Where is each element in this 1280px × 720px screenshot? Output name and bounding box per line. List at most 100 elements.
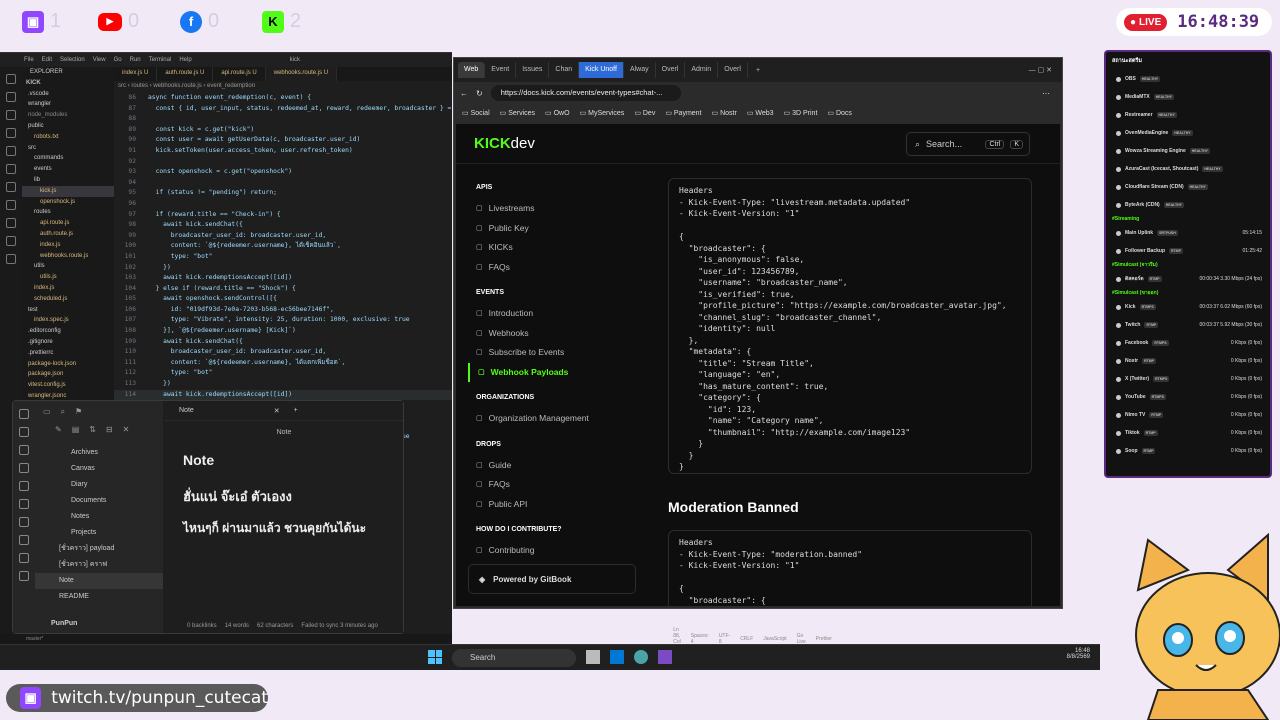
vscode-menu-help[interactable]: Help	[179, 57, 191, 63]
note-line-1[interactable]: ฮั่นแน่ จ๊ะเอ๋ ตัวเองง	[183, 486, 403, 507]
explorer-item[interactable]: robots.txt	[22, 132, 114, 143]
code-line[interactable]: 112 type: "bot"	[114, 368, 452, 379]
reload-icon[interactable]: ↻	[476, 89, 483, 98]
code-line[interactable]: 97 if (reward.title == "Check-in") {	[114, 210, 452, 221]
menu-icon[interactable]: ⋯	[1042, 89, 1050, 98]
code-line[interactable]: 93 const openshock = c.get("openshock")	[114, 167, 452, 178]
code-line[interactable]: 95 if (status != "pending") return;	[114, 188, 452, 199]
explorer-item[interactable]: package.json	[22, 369, 114, 380]
search-icon[interactable]	[19, 427, 29, 437]
search-icon[interactable]	[6, 92, 16, 102]
graph-icon[interactable]	[19, 463, 29, 473]
branch-status[interactable]: master*	[26, 636, 43, 642]
folder-icon[interactable]: ▭	[43, 407, 51, 416]
templates-icon[interactable]	[19, 517, 29, 527]
collapse-icon[interactable]: ⊟	[106, 425, 113, 435]
bookmark-item[interactable]: ▭ MyServices	[580, 109, 625, 117]
explorer-item[interactable]: public	[22, 121, 114, 132]
explorer-item[interactable]: utils.js	[22, 272, 114, 283]
nav-item[interactable]: ▢ KICKs	[468, 238, 636, 258]
tree-item[interactable]: Note	[35, 573, 163, 589]
tree-item[interactable]: Canvas	[35, 461, 163, 477]
run-debug-icon[interactable]	[6, 128, 16, 138]
explorer-item[interactable]: kick.js	[22, 185, 114, 197]
nav-item[interactable]: ▢ Webhook Payloads	[468, 362, 636, 382]
vscode-menu-edit[interactable]: Edit	[42, 57, 52, 63]
nav-item[interactable]: ▢ Livestreams	[468, 199, 636, 219]
bookmark-icon[interactable]: ⚑	[75, 407, 82, 416]
code-line[interactable]: 99 broadcaster_user_id: broadcaster.user…	[114, 231, 452, 242]
tree-item[interactable]: Projects	[35, 525, 163, 541]
sort-icon[interactable]: ⇅	[89, 425, 96, 435]
code-line[interactable]: 87 const { id, user_input, status, redee…	[114, 104, 452, 115]
bookmark-item[interactable]: ▭ OwO	[545, 109, 570, 117]
tab-auth-route[interactable]: auth.route.js U	[157, 67, 214, 81]
calendar-icon[interactable]	[19, 481, 29, 491]
explorer-root[interactable]: KICK	[22, 78, 114, 89]
tab-webhooks-route[interactable]: webhooks.route.js U	[265, 67, 338, 81]
explorer-item[interactable]: utils	[22, 261, 114, 272]
nav-item[interactable]: ▢ FAQs	[468, 258, 636, 278]
new-folder-icon[interactable]: ▤	[72, 425, 80, 435]
explorer-item[interactable]: commands	[22, 153, 114, 164]
explorer-item[interactable]: vitest.config.js	[22, 380, 114, 391]
bookmark-item[interactable]: ▭ 3D Print	[784, 109, 818, 117]
code-line[interactable]: 90 const user = await getUserData(c, bro…	[114, 135, 452, 146]
explorer-item[interactable]: lib	[22, 175, 114, 186]
remote-icon[interactable]	[6, 164, 16, 174]
vscode-menu-go[interactable]: Go	[114, 57, 122, 63]
nav-item[interactable]: ▢ Guide	[468, 456, 636, 476]
terminal-icon[interactable]	[19, 445, 29, 455]
browser-tab[interactable]: Overl	[656, 62, 686, 78]
explorer-item[interactable]: events	[22, 164, 114, 175]
code-line[interactable]: 111 content: `@${redeemer.username}, ได้…	[114, 358, 452, 369]
gitbook-badge[interactable]: ◈ Powered by GitBook	[468, 564, 636, 594]
browser-tab[interactable]: Event	[485, 62, 517, 78]
bookmark-item[interactable]: ▭ Docs	[827, 109, 852, 117]
code-line[interactable]: 100 content: `@${redeemer.username}, ได้…	[114, 241, 452, 252]
code-line[interactable]: 102 })	[114, 263, 452, 274]
code-line[interactable]: 92	[114, 157, 452, 168]
payload-block-metadata[interactable]: Headers - Kick-Event-Type: "livestream.m…	[668, 178, 1032, 474]
close-icon[interactable]: ✕	[123, 425, 130, 435]
new-tab-icon[interactable]: +	[294, 407, 298, 414]
command-icon[interactable]	[19, 535, 29, 545]
note-line-2[interactable]: ไหนๆก็ ผ่านมาแล้ว ชวนคุยกันได้นะ	[183, 519, 403, 538]
obsidian-icon[interactable]	[658, 650, 672, 664]
explorer-item[interactable]: index.js	[22, 283, 114, 294]
vscode-menu-selection[interactable]: Selection	[60, 57, 85, 63]
code-line[interactable]: 109 await kick.sendChat({	[114, 337, 452, 348]
code-line[interactable]: 104 } else if (reward.title == "Shock") …	[114, 284, 452, 295]
browser-tab[interactable]: Web	[458, 62, 486, 78]
code-line[interactable]: 98 await kick.sendChat({	[114, 220, 452, 231]
browser-tab[interactable]: Alway	[624, 62, 656, 78]
explorer-item[interactable]: .editorconfig	[22, 326, 114, 337]
explorer-item[interactable]: webhooks.route.js	[22, 251, 114, 262]
search-icon[interactable]: ⌕	[61, 407, 65, 416]
nav-item[interactable]: ▢ Webhooks	[468, 324, 636, 344]
tab-api-route[interactable]: api.route.js U	[213, 67, 266, 81]
explorer-item[interactable]: .prettierrc	[22, 348, 114, 359]
bookmark-item[interactable]: ▭ Dev	[634, 109, 655, 117]
docker-icon[interactable]	[6, 200, 16, 210]
vscode-menu-view[interactable]: View	[93, 57, 106, 63]
code-line[interactable]: 101 type: "bot"	[114, 252, 452, 263]
nav-item[interactable]: ▢ Public Key	[468, 219, 636, 239]
close-icon[interactable]: ✕	[274, 407, 280, 415]
vscode-menu-run[interactable]: Run	[130, 57, 141, 63]
vscode-command-search[interactable]: kick	[290, 57, 300, 63]
language-mode[interactable]: JavaScript	[763, 636, 786, 642]
code-line[interactable]: 103 await kick.redemptionsAccept([id])	[114, 273, 452, 284]
explorer-item[interactable]: auth.route.js	[22, 229, 114, 240]
nav-item[interactable]: ▢ Introduction	[468, 304, 636, 324]
canvas-icon[interactable]	[19, 499, 29, 509]
back-icon[interactable]: ←	[460, 89, 468, 98]
code-line[interactable]: 114 await kick.redemptionsAccept([id])	[114, 389, 452, 401]
help-icon[interactable]	[19, 553, 29, 563]
code-line[interactable]: 106 id: "019df93d-7e0a-7203-b568-ec56bee…	[114, 305, 452, 316]
tree-item[interactable]: Documents	[35, 493, 163, 509]
code-line[interactable]: 108 }], `@${redeemer.username} [Kick]`)	[114, 326, 452, 337]
code-line[interactable]: 94	[114, 178, 452, 189]
browser-icon[interactable]	[634, 650, 648, 664]
tree-item[interactable]: README	[35, 589, 163, 605]
